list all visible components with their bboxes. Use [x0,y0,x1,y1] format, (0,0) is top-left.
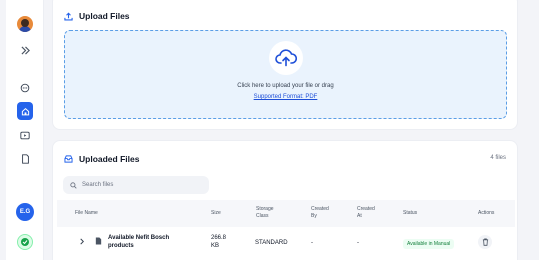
created-by-cell: - [311,240,313,246]
col-created-at[interactable]: Created At [357,206,375,220]
created-at-cell: - [357,240,359,246]
delete-icon[interactable] [478,235,492,249]
video-icon[interactable] [18,128,32,142]
files-count: 4 files [490,155,506,161]
col-status[interactable]: Status [403,210,417,217]
user-initials-badge[interactable]: E.G [16,203,34,221]
inbox-icon [64,155,73,163]
home-icon[interactable] [17,102,33,120]
upload-title-text: Upload Files [79,11,130,21]
uploaded-files-card: Uploaded Files 4 files Search files File… [52,140,518,260]
status-check-icon [17,234,33,250]
file-name-cell[interactable]: Available Nefit Bosch products [108,234,169,250]
sidebar: E.G [6,0,44,260]
chat-icon[interactable] [18,81,32,95]
uploaded-section-title: Uploaded Files [64,154,139,164]
user-avatar[interactable] [17,16,33,32]
upload-section-title: Upload Files [64,11,130,21]
col-created-by[interactable]: Created By [311,206,329,220]
col-storage-class[interactable]: Storage Class [256,206,274,220]
document-icon[interactable] [18,152,32,166]
status-badge: Available in Manual [403,239,455,249]
col-actions: Actions [478,210,495,216]
size-cell: 266.8 KB [211,235,227,249]
col-size[interactable]: Size [211,210,221,217]
upload-instruction: Click here to upload your file or drag [237,83,334,89]
uploaded-title-text: Uploaded Files [79,154,140,164]
search-files-input[interactable]: Search files [63,176,209,194]
cloud-upload-icon [269,41,303,75]
search-placeholder: Search files [82,182,114,188]
col-file-name[interactable]: File Name [75,210,98,217]
table-header: File Name Size Storage Class Created By … [57,200,515,227]
expand-sidebar-icon[interactable] [18,43,32,57]
supported-format-link[interactable]: Supported Format: PDF [65,94,506,100]
search-icon [70,181,77,189]
storage-class-cell: STANDARD [255,240,288,246]
expand-row-icon[interactable] [79,238,85,248]
upload-card: Upload Files Click here to upload your f… [52,0,518,130]
file-icon [95,237,102,248]
upload-icon [64,11,73,20]
file-dropzone[interactable]: Click here to upload your file or drag S… [64,30,507,119]
